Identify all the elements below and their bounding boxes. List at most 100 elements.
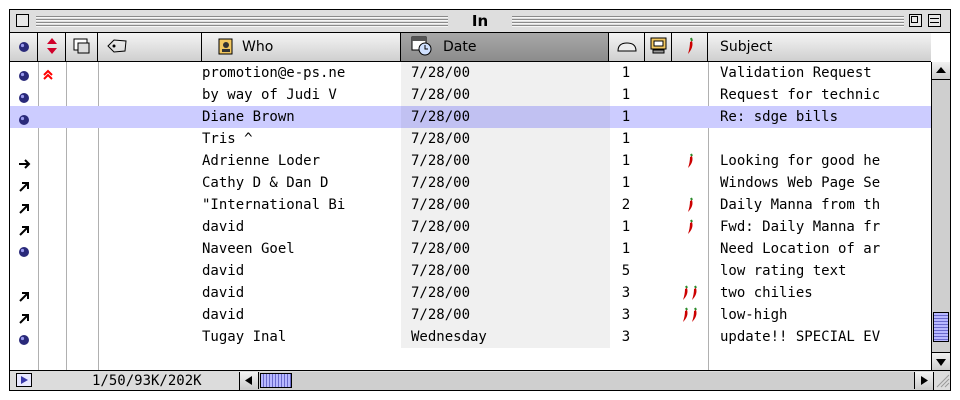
mood-cell — [672, 106, 708, 128]
status-bar: 1/50/93K/202K — [10, 370, 950, 390]
column-attachment[interactable] — [66, 33, 98, 61]
disk-size-icon — [617, 42, 637, 52]
sender-cell: david — [202, 219, 245, 235]
message-row[interactable]: david 7/28/00 3 low-high — [10, 304, 931, 326]
subject-cell: Request for technic — [720, 87, 881, 103]
window-icon — [73, 38, 90, 54]
close-box-button[interactable] — [16, 14, 29, 27]
scroll-up-button[interactable] — [932, 62, 950, 80]
date-cell: 7/28/00 — [401, 62, 610, 84]
size-cell: 1 — [621, 131, 631, 147]
window-title: In — [448, 10, 512, 32]
mood-cell — [672, 172, 708, 194]
message-row[interactable]: by way of Judi V 7/28/00 1 Request for tech… — [10, 84, 931, 106]
message-row[interactable]: Adrienne Loder 7/28/00 1 Looking for good h… — [10, 150, 931, 172]
message-row[interactable]: promotion@e-ps.ne 7/28/00 1 Validation Requ… — [10, 62, 931, 84]
date-cell: 7/28/00 — [401, 194, 610, 216]
blue-dot-icon — [18, 326, 38, 353]
left-arrow-icon — [245, 376, 252, 385]
subject-cell: Daily Manna from th — [720, 197, 881, 213]
sender-cell: Tugay Inal — [202, 329, 287, 345]
up-arrow-icon — [936, 67, 946, 73]
date-cell: 7/28/00 — [401, 260, 610, 282]
scroll-left-button[interactable] — [240, 372, 259, 389]
column-mood[interactable] — [672, 33, 708, 61]
message-row[interactable]: Diane Brown 7/28/00 1 Re: sdge bills — [10, 106, 931, 128]
size-cell: 3 — [621, 329, 631, 345]
server-computer-icon — [650, 37, 667, 54]
mood-cell — [672, 62, 708, 84]
column-subject[interactable]: Subject — [708, 33, 931, 61]
sender-cell: Adrienne Loder — [202, 153, 321, 169]
up-down-arrows-icon — [47, 38, 57, 54]
size-cell: 1 — [621, 65, 631, 81]
horizontal-scroll-thumb[interactable] — [260, 373, 292, 388]
sender-cell: Naveen Goel — [202, 241, 295, 257]
subject-cell: low rating text — [720, 263, 847, 279]
column-date-label: Date — [443, 39, 477, 55]
message-row[interactable]: david 7/28/00 1 Fwd: Daily Manna fr — [10, 216, 931, 238]
title-stripes-left — [36, 15, 448, 27]
vertical-scrollbar[interactable] — [931, 62, 950, 370]
zoom-box-button[interactable] — [909, 14, 922, 27]
size-cell: 1 — [621, 241, 631, 257]
subject-cell: Validation Request — [720, 65, 872, 81]
message-row[interactable]: Tris ^ 7/28/00 1 — [10, 128, 931, 150]
mailbox-window: In Who Date Subject promotion@e-ps.ne 7/… — [9, 9, 951, 391]
date-cell: 7/28/00 — [401, 128, 610, 150]
priority-cell — [42, 326, 62, 352]
horizontal-scrollbar[interactable] — [239, 372, 934, 390]
sender-cell: by way of Judi V — [202, 87, 337, 103]
message-row[interactable]: david 7/28/00 3 two chilies — [10, 282, 931, 304]
size-cell: 1 — [621, 153, 631, 169]
column-header: Who Date Subject — [10, 33, 931, 62]
mood-cell — [672, 326, 708, 348]
subject-cell: low-high — [720, 307, 788, 323]
sender-cell: david — [202, 263, 245, 279]
size-cell: 1 — [621, 109, 631, 125]
mood-cell — [672, 84, 708, 106]
message-row[interactable]: Cathy D & Dan D 7/28/00 1 Windows Web Page … — [10, 172, 931, 194]
message-row[interactable]: "International Bi 7/28/00 2 Daily Manna fro… — [10, 194, 931, 216]
size-cell: 1 — [621, 175, 631, 191]
date-cell: 7/28/00 — [401, 106, 610, 128]
scroll-right-button[interactable] — [914, 372, 933, 389]
column-status[interactable] — [10, 33, 38, 61]
column-who-label: Who — [242, 39, 274, 55]
column-subject-label: Subject — [720, 39, 773, 55]
message-row[interactable]: david 7/28/00 5 low rating text — [10, 260, 931, 282]
blue-dot-icon — [19, 42, 29, 52]
windowshade-box-button[interactable] — [928, 14, 941, 27]
date-cell: 7/28/00 — [401, 282, 610, 304]
date-cell: 7/28/00 — [401, 216, 610, 238]
mood-cell — [672, 260, 708, 282]
message-list[interactable]: promotion@e-ps.ne 7/28/00 1 Validation Requ… — [10, 62, 931, 370]
column-size[interactable] — [609, 33, 645, 61]
sender-cell: Diane Brown — [202, 109, 295, 125]
resize-grip-icon[interactable] — [934, 372, 950, 388]
person-card-icon — [218, 38, 233, 55]
down-arrow-icon — [936, 359, 946, 366]
mood-cell — [672, 128, 708, 150]
message-row[interactable]: Naveen Goel 7/28/00 1 Need Location of ar — [10, 238, 931, 260]
sender-cell: david — [202, 307, 245, 323]
date-cell: Wednesday — [401, 326, 610, 348]
column-label[interactable] — [98, 33, 202, 61]
column-priority[interactable] — [38, 33, 66, 61]
column-date[interactable]: Date — [401, 33, 609, 61]
title-stripes-right — [512, 15, 904, 27]
column-server[interactable] — [645, 33, 672, 61]
right-arrow-icon — [921, 376, 928, 385]
scroll-down-button[interactable] — [932, 352, 950, 370]
title-bar[interactable]: In — [10, 10, 950, 33]
subject-cell — [708, 128, 931, 150]
date-cell: 7/28/00 — [401, 150, 610, 172]
sender-cell: promotion@e-ps.ne — [202, 65, 346, 81]
vertical-scroll-thumb[interactable] — [933, 312, 949, 342]
message-row[interactable]: Tugay Inal Wednesday 3 update!! SPECIAL EV — [10, 326, 931, 348]
sender-cell: Cathy D & Dan D — [202, 175, 329, 191]
calendar-clock-icon — [411, 36, 432, 56]
drawer-toggle-icon[interactable] — [16, 373, 32, 387]
column-who[interactable]: Who — [202, 33, 401, 61]
date-cell: 7/28/00 — [401, 84, 610, 106]
